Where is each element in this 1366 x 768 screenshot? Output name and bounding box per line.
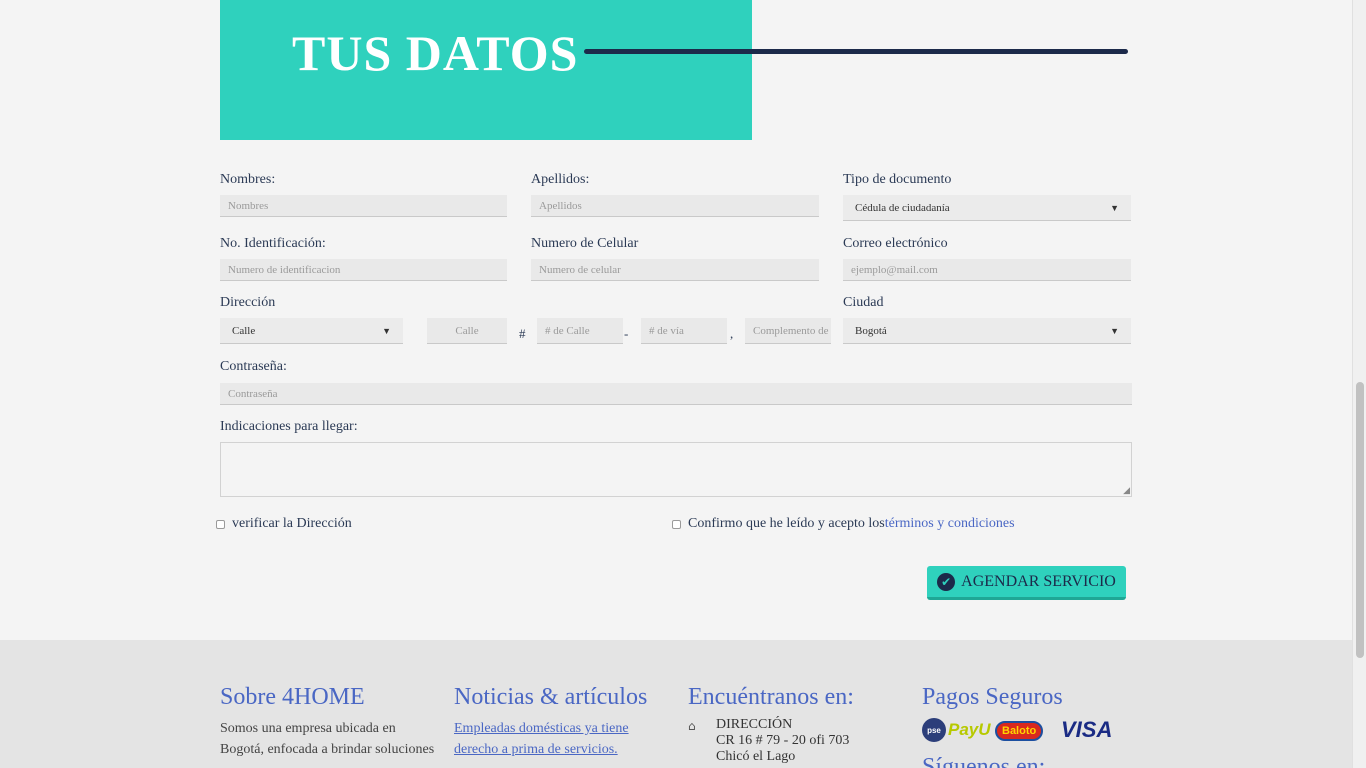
celular-input[interactable]: Numero de celular: [531, 259, 819, 281]
calle-input[interactable]: Calle: [427, 318, 507, 344]
check-circle-icon: ✔: [937, 572, 956, 591]
verificar-label: verificar la Dirección: [232, 516, 352, 531]
address-title: DIRECCIÓN: [716, 717, 793, 732]
page-scrollbar[interactable]: [1352, 0, 1366, 768]
comma-separator: ,: [730, 326, 734, 341]
terminos-link[interactable]: términos y condiciones: [885, 516, 1015, 532]
title-divider: [584, 49, 1128, 54]
apellidos-label: Apellidos:: [531, 172, 590, 187]
celular-label: Numero de Celular: [531, 236, 639, 251]
identificacion-input[interactable]: Numero de identificacion: [220, 259, 507, 281]
footer-sobre-heading: Sobre 4HOME: [220, 684, 365, 710]
footer: [0, 640, 1352, 768]
nombres-label: Nombres:: [220, 172, 276, 187]
pse-logo: pse: [922, 718, 946, 742]
contrasena-input[interactable]: Contraseña: [220, 383, 1132, 405]
agendar-servicio-label: AGENDAR SERVICIO: [961, 572, 1116, 590]
tipo-documento-value: Cédula de ciudadanía: [855, 201, 950, 214]
ciudad-label: Ciudad: [843, 295, 884, 310]
terminos-label: Confirmo que he leído y acepto los: [688, 516, 885, 531]
visa-logo: VISA: [1061, 717, 1113, 742]
footer-sobre-line2: Bogotá, enfocada a brindar soluciones: [220, 742, 435, 757]
numero-via-input[interactable]: # de vía: [641, 318, 727, 344]
tipo-via-value: Calle: [232, 324, 256, 337]
baloto-logo: Baloto: [995, 721, 1044, 741]
tipo-documento-select[interactable]: Cédula de ciudadanía ▼: [843, 195, 1131, 221]
terminos-row: Confirmo que he leído y acepto los térmi…: [672, 516, 1015, 532]
correo-input[interactable]: ejemplo@mail.com: [843, 259, 1131, 281]
apellidos-input[interactable]: Apellidos: [531, 195, 819, 217]
scrollbar-thumb[interactable]: [1356, 382, 1364, 658]
article-link-line2[interactable]: derecho a prima de servicios.: [454, 739, 618, 760]
chevron-down-icon: ▼: [1110, 202, 1119, 213]
tipo-via-select[interactable]: Calle ▼: [220, 318, 403, 344]
verificar-checkbox[interactable]: [216, 519, 225, 529]
chevron-down-icon: ▼: [1110, 325, 1119, 336]
footer-noticias-heading: Noticias & artículos: [454, 684, 648, 710]
complemento-input[interactable]: Complemento de: [745, 318, 831, 344]
ciudad-value: Bogotá: [855, 324, 887, 337]
payu-logo: PayU: [948, 720, 991, 739]
nombres-input[interactable]: Nombres: [220, 195, 507, 217]
article-link-line1[interactable]: Empleadas domésticas ya tiene: [454, 718, 629, 739]
indicaciones-textarea[interactable]: ◢: [220, 442, 1132, 497]
page-title: TUS DATOS: [292, 25, 579, 81]
address-line1: CR 16 # 79 - 20 ofi 703: [716, 733, 850, 748]
home-icon: ⌂: [688, 719, 696, 733]
direccion-label: Dirección: [220, 295, 276, 310]
verificar-row: verificar la Dirección: [216, 516, 352, 532]
agendar-servicio-button[interactable]: ✔ AGENDAR SERVICIO: [927, 566, 1126, 600]
dash-separator: -: [624, 326, 629, 341]
footer-encuentranos-heading: Encuéntranos en:: [688, 684, 854, 710]
footer-siguenos-heading: Síguenos en:: [922, 754, 1046, 768]
footer-pagos-heading: Pagos Seguros: [922, 684, 1063, 710]
identificacion-label: No. Identificación:: [220, 236, 326, 251]
hash-separator: #: [519, 326, 526, 341]
indicaciones-label: Indicaciones para llegar:: [220, 419, 358, 434]
terminos-checkbox[interactable]: [672, 519, 681, 529]
ciudad-select[interactable]: Bogotá ▼: [843, 318, 1131, 344]
correo-label: Correo electrónico: [843, 236, 948, 251]
footer-sobre-line1: Somos una empresa ubicada en: [220, 721, 396, 736]
numero-calle-input[interactable]: # de Calle: [537, 318, 623, 344]
address-line2: Chicó el Lago: [716, 749, 796, 764]
contrasena-label: Contraseña:: [220, 359, 287, 374]
tipo-documento-label: Tipo de documento: [843, 172, 952, 187]
resize-grip-icon[interactable]: ◢: [1123, 486, 1130, 495]
chevron-down-icon: ▼: [382, 325, 391, 336]
